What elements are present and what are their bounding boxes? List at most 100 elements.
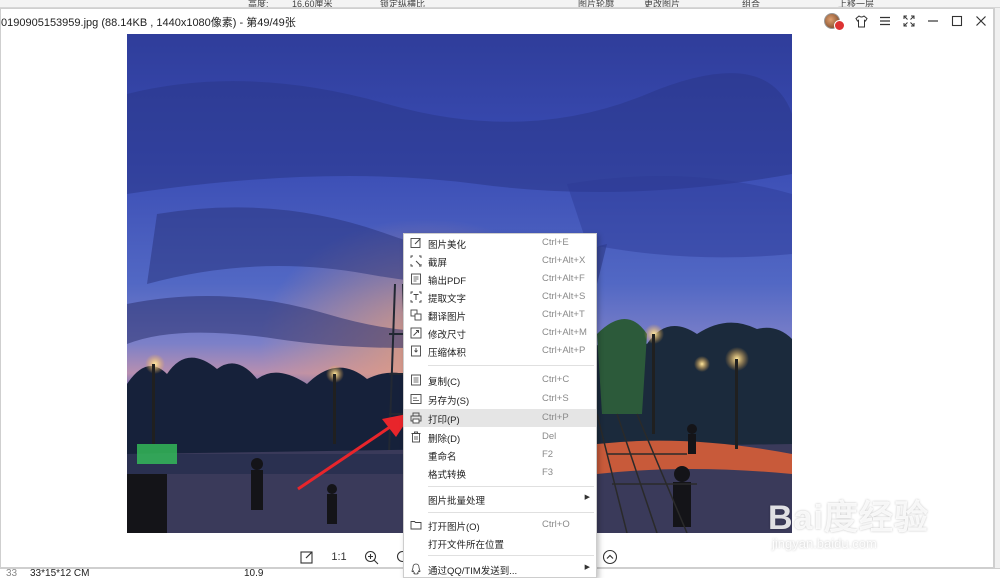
close-icon: [976, 16, 986, 26]
menu-item-save-as[interactable]: 另存为(S) Ctrl+S: [404, 390, 596, 408]
menu-item-beautify[interactable]: 图片美化 Ctrl+E: [404, 234, 596, 252]
menu-item-extract-text[interactable]: 提取文字 Ctrl+Alt+S: [404, 288, 596, 306]
skin-button[interactable]: [851, 12, 871, 30]
menu-item-shortcut: Ctrl+Alt+S: [542, 291, 586, 302]
pdf-icon: [411, 273, 421, 285]
print-icon: [410, 412, 422, 424]
menu-item-label: 提取文字: [428, 294, 467, 305]
cell-dimensions: 33*15*12 CM: [30, 568, 90, 578]
close-button[interactable]: [971, 12, 991, 30]
menu-item-copy[interactable]: 复制(C) Ctrl+C: [404, 371, 596, 389]
menu-item-shortcut: Ctrl+O: [542, 519, 570, 530]
fullscreen-icon: [903, 15, 915, 27]
cell-value: 10.9: [244, 568, 264, 578]
notification-badge-icon: [833, 19, 845, 31]
screenshot-icon: [410, 255, 422, 267]
menu-item-label: 格式转换: [428, 470, 467, 481]
submenu-arrow-icon: ▶: [584, 494, 590, 501]
qq-icon: [411, 563, 421, 575]
compress-icon: [411, 345, 421, 357]
maximize-button[interactable]: [947, 12, 967, 30]
maximize-icon: [951, 15, 963, 27]
screen: 高度: 16.60厘米 锁定纵横比 图片轮廓 更改图片 组合 上移一层 33 3…: [0, 0, 1000, 578]
menu-item-send-qq[interactable]: 通过QQ/TIM发送到... ▶: [404, 560, 596, 578]
menu-item-label: 打开文件所在位置: [428, 540, 505, 551]
row-number: 33: [6, 568, 18, 578]
delete-icon: [411, 431, 421, 443]
title-bar-buttons: [821, 12, 991, 31]
menu-item-label: 打印(P): [428, 415, 460, 426]
menu-item-rename[interactable]: 重命名 F2: [404, 446, 596, 464]
menu-item-shortcut: Ctrl+Alt+P: [542, 345, 586, 356]
zoom-in-button[interactable]: [360, 546, 382, 568]
menu-item-label: 修改尺寸: [428, 330, 467, 341]
edit-button[interactable]: [296, 546, 318, 568]
menu-item-compress[interactable]: 压缩体积 Ctrl+Alt+P: [404, 342, 596, 360]
menu-item-label: 复制(C): [428, 377, 461, 388]
background-right-panel: [994, 8, 1000, 568]
menu-item-shortcut: F2: [542, 449, 554, 460]
menu-item-label: 删除(D): [428, 434, 461, 445]
menu-item-label: 图片批量处理: [428, 496, 486, 507]
chevron-up-icon: [602, 549, 618, 565]
menu-item-format-convert[interactable]: 格式转换 F3: [404, 464, 596, 482]
menu-item-translate[interactable]: 翻译图片 Ctrl+Alt+T: [404, 306, 596, 324]
menu-item-shortcut: Ctrl+S: [542, 393, 569, 404]
copy-icon: [411, 374, 421, 386]
menu-item-batch-process[interactable]: 图片批量处理 ▶: [404, 490, 596, 508]
more-tools-button[interactable]: [599, 546, 621, 568]
edit-icon: [410, 238, 421, 248]
save-as-icon: [410, 394, 422, 404]
menu-button[interactable]: [875, 12, 895, 30]
menu-item-label: 翻译图片: [428, 312, 467, 323]
menu-item-screenshot[interactable]: 截屏 Ctrl+Alt+X: [404, 252, 596, 270]
menu-item-export-pdf[interactable]: 输出PDF Ctrl+Alt+F: [404, 270, 596, 288]
text-extract-icon: [410, 291, 422, 303]
shirt-icon: [854, 14, 868, 27]
bring-forward-label[interactable]: 上移一层: [838, 0, 874, 7]
menu-item-label: 压缩体积: [428, 348, 467, 359]
group-label[interactable]: 组合: [742, 0, 760, 7]
menu-separator: [428, 486, 594, 487]
resize-icon: [410, 327, 422, 339]
menu-item-shortcut: F3: [542, 467, 554, 478]
menu-item-shortcut: Ctrl+Alt+M: [542, 327, 587, 338]
height-value[interactable]: 16.60厘米: [292, 0, 333, 7]
minimize-icon: [928, 20, 938, 22]
edit-icon: [300, 551, 313, 564]
menu-separator: [428, 365, 594, 366]
actual-size-label: 1:1: [331, 551, 347, 563]
change-picture-label[interactable]: 更改图片: [644, 0, 680, 7]
menu-separator: [428, 512, 594, 513]
menu-item-print[interactable]: 打印(P) Ctrl+P: [404, 409, 596, 427]
menu-item-shortcut: Ctrl+Alt+X: [542, 255, 586, 266]
height-label: 高度:: [248, 0, 269, 8]
menu-item-open-location[interactable]: 打开文件所在位置: [404, 534, 596, 552]
menu-item-shortcut: Ctrl+C: [542, 374, 570, 385]
menu-item-label: 通过QQ/TIM发送到...: [428, 566, 518, 577]
title-bar[interactable]: 0190905153959.jpg (88.14KB , 1440x1080像素…: [1, 9, 995, 33]
menu-item-shortcut: Ctrl+P: [542, 412, 569, 423]
background-toolbar: 高度: 16.60厘米 锁定纵横比 图片轮廓 更改图片 组合 上移一层: [0, 0, 1000, 8]
menu-item-label: 另存为(S): [428, 396, 470, 407]
submenu-arrow-icon: ▶: [584, 564, 590, 571]
actual-size-button[interactable]: 1:1: [328, 546, 350, 568]
zoom-in-icon: [364, 550, 378, 564]
minimize-button[interactable]: [923, 12, 943, 30]
folder-icon: [410, 521, 422, 530]
menu-item-label: 图片美化: [428, 240, 467, 251]
user-avatar[interactable]: [821, 12, 847, 31]
menu-item-label: 截屏: [428, 258, 448, 269]
translate-icon: [410, 309, 422, 321]
hamburger-icon: [880, 16, 890, 26]
menu-separator: [428, 555, 594, 556]
menu-item-label: 输出PDF: [428, 276, 467, 287]
menu-item-resize[interactable]: 修改尺寸 Ctrl+Alt+M: [404, 324, 596, 342]
fullscreen-button[interactable]: [899, 12, 919, 30]
menu-item-open-image[interactable]: 打开图片(O) Ctrl+O: [404, 516, 596, 534]
menu-item-delete[interactable]: 删除(D) Del: [404, 428, 596, 446]
lock-ratio-label[interactable]: 锁定纵横比: [380, 0, 425, 7]
viewer-bottom-toolbar: 1:1: [296, 546, 414, 568]
picture-outline-label[interactable]: 图片轮廓: [578, 0, 614, 7]
menu-item-shortcut: Ctrl+Alt+T: [542, 309, 585, 320]
